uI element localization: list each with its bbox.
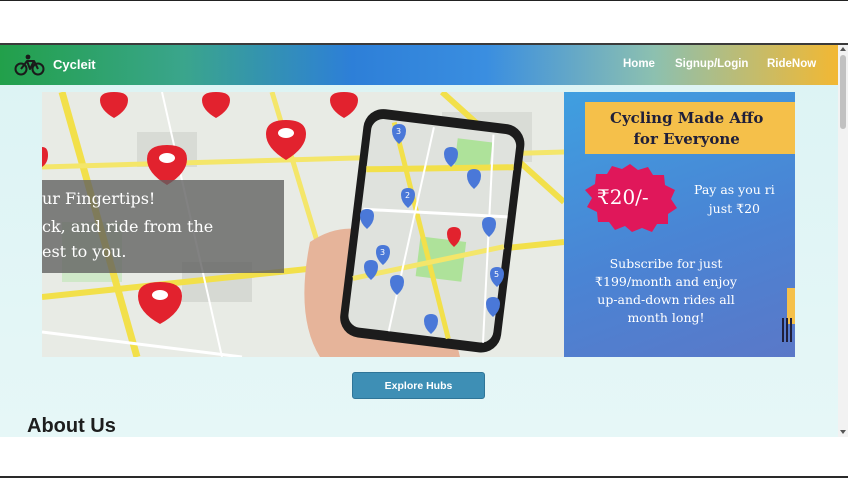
scrollbar-thumb[interactable] xyxy=(840,55,846,129)
hero-caption-line: ur Fingertips! xyxy=(42,189,156,208)
map-pin-number: 5 xyxy=(494,270,499,279)
hero-caption-line: ck, and ride from the xyxy=(42,217,214,236)
nav-ridenow-link[interactable]: RideNow xyxy=(767,58,816,70)
map-pin-number: 2 xyxy=(405,191,410,200)
scroll-down-arrow-icon[interactable] xyxy=(840,430,846,434)
map-pin-number: 3 xyxy=(380,248,385,257)
nav-home-link[interactable]: Home xyxy=(623,58,655,70)
subscription-text: Subscribe for just ₹199/month and enjoy … xyxy=(595,256,737,325)
hero-caption-line: est to you. xyxy=(42,242,127,261)
scroll-up-arrow-icon[interactable] xyxy=(840,47,846,51)
window-bottom-border xyxy=(0,476,848,478)
about-us-heading: About Us xyxy=(27,415,116,437)
bicycle-icon xyxy=(14,54,45,76)
pay-as-you-ride-text: Pay as you ri just ₹20 xyxy=(694,182,775,216)
hero-map-image: 3 2 3 5 ur Fingertips! ck, and ride from… xyxy=(42,92,564,357)
promo-panel: Cycling Made Affo for Everyone ₹20/- Pay… xyxy=(564,92,795,357)
explore-hubs-button[interactable]: Explore Hubs xyxy=(352,372,485,399)
price-text: ₹20/- xyxy=(597,185,649,209)
navbar: Cycleit Home Signup/Login RideNow xyxy=(0,45,838,85)
window-bottom-frame xyxy=(0,437,848,480)
decorative-stripes-icon xyxy=(782,288,795,342)
nav-signup-login-link[interactable]: Signup/Login xyxy=(675,58,748,70)
promo-heading: Cycling Made Affo for Everyone xyxy=(610,109,764,148)
page-viewport: Cycleit Home Signup/Login RideNow 3 2 3 … xyxy=(0,45,838,437)
hero-carousel[interactable]: 3 2 3 5 ur Fingertips! ck, and ride from… xyxy=(42,92,795,357)
brand-name[interactable]: Cycleit xyxy=(53,57,96,72)
map-pin-number: 3 xyxy=(396,127,401,136)
window-top-frame xyxy=(0,0,848,44)
